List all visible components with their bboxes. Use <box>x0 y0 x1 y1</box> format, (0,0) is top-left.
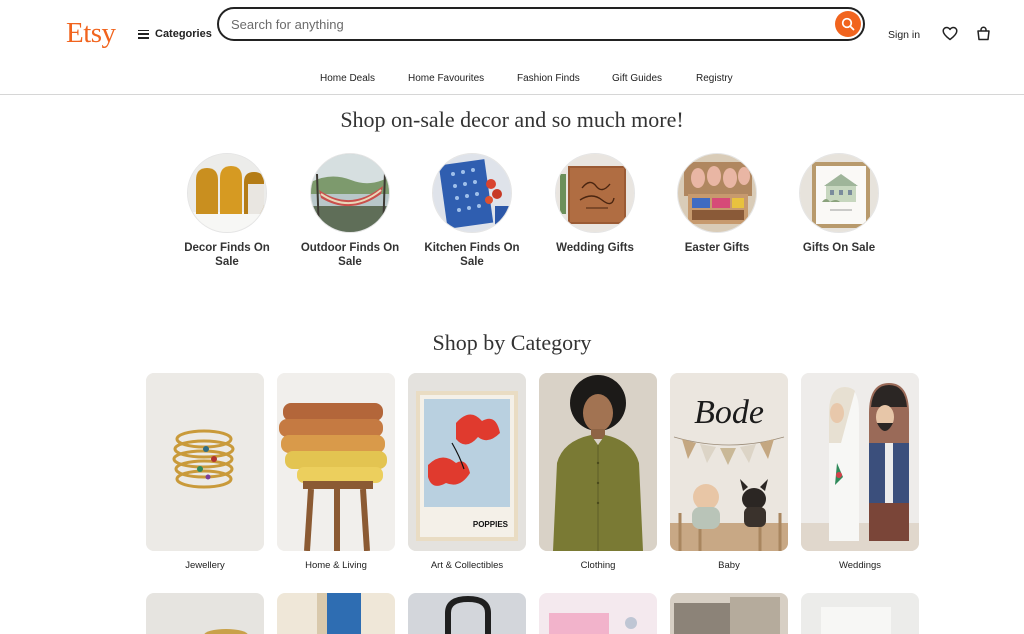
categories-label: Categories <box>155 28 212 40</box>
wedding-image <box>555 153 635 233</box>
promo-item-label: Easter Gifts <box>684 242 750 254</box>
art-collectibles-image: POPPIES <box>408 373 526 551</box>
header: Etsy Categories Sign in <box>0 0 1024 62</box>
clothing-image <box>539 373 657 551</box>
weddings-image <box>801 373 919 551</box>
categories-button[interactable]: Categories <box>138 28 212 40</box>
category-card-weddings[interactable]: Weddings <box>801 373 919 571</box>
heart-icon[interactable] <box>942 26 958 41</box>
decor-image <box>187 153 267 233</box>
subnav-gift-guides[interactable]: Gift Guides <box>612 73 662 84</box>
category-card-clothing[interactable]: Clothing <box>539 373 657 571</box>
sub-navigation: Home Deals Home Favourites Fashion Finds… <box>0 62 1024 95</box>
subnav-registry[interactable]: Registry <box>696 73 733 84</box>
promo-item-gifts-sale[interactable]: Gifts On Sale <box>784 153 894 255</box>
gifts-on-sale-image <box>799 153 879 233</box>
category-label: Art & Collectibles <box>430 560 504 571</box>
category-label: Clothing <box>580 560 616 571</box>
category-card-row2-4[interactable] <box>539 593 657 634</box>
search-input[interactable] <box>231 16 821 32</box>
category-card-row2-6[interactable] <box>801 593 919 634</box>
category-card-baby[interactable]: Bode Baby <box>670 373 788 571</box>
search-button[interactable] <box>835 11 861 37</box>
category-card-row2-2[interactable] <box>277 593 395 634</box>
art-poster-text: POPPIES <box>473 520 509 529</box>
category-label: Jewellery <box>185 560 225 571</box>
promo-item-label: Gifts On Sale <box>802 242 876 254</box>
category-label: Home & Living <box>305 560 367 571</box>
etsy-logo[interactable]: Etsy <box>66 17 116 50</box>
category-section-title: Shop by Category <box>432 330 592 355</box>
subnav-home-deals[interactable]: Home Deals <box>320 73 375 84</box>
promo-item-label: Outdoor Finds On Sale <box>300 242 400 268</box>
promo-item-label: Wedding Gifts <box>556 242 634 254</box>
subnav-fashion-finds[interactable]: Fashion Finds <box>517 73 580 84</box>
search-bar <box>217 7 865 41</box>
category-card-jewellery[interactable]: Jewellery <box>146 373 264 571</box>
promo-title: Shop on-sale decor and so much more! <box>340 107 684 132</box>
sign-in-link[interactable]: Sign in <box>888 29 920 41</box>
baby-image: Bode <box>670 373 788 551</box>
promo-item-outdoor[interactable]: Outdoor Finds On Sale <box>295 153 405 269</box>
jewellery-image <box>146 373 264 551</box>
promo-item-label: Kitchen Finds On Sale <box>424 242 520 268</box>
promo-item-kitchen[interactable]: Kitchen Finds On Sale <box>417 153 527 269</box>
category-card-art-collectibles[interactable]: POPPIES Art & Collectibles <box>408 373 526 571</box>
outdoor-image <box>310 153 390 233</box>
category-card-row2-1[interactable] <box>146 593 264 634</box>
promo-item-wedding[interactable]: Wedding Gifts <box>540 153 650 255</box>
category-label: Baby <box>718 560 740 571</box>
search-icon <box>841 17 855 31</box>
menu-icon <box>138 29 149 39</box>
subnav-home-favourites[interactable]: Home Favourites <box>408 73 484 84</box>
category-card-row2-3[interactable] <box>408 593 526 634</box>
promo-item-label: Decor Finds On Sale <box>184 242 270 268</box>
easter-image <box>677 153 757 233</box>
home-living-image <box>277 373 395 551</box>
shopping-bag-icon[interactable] <box>976 26 991 41</box>
baby-sign-text: Bode <box>694 394 764 431</box>
category-label: Weddings <box>838 560 882 571</box>
promo-item-easter[interactable]: Easter Gifts <box>662 153 772 255</box>
kitchen-image <box>432 153 512 233</box>
category-card-home-living[interactable]: Home & Living <box>277 373 395 571</box>
promo-item-decor[interactable]: Decor Finds On Sale <box>172 153 282 269</box>
category-card-row2-5[interactable] <box>670 593 788 634</box>
